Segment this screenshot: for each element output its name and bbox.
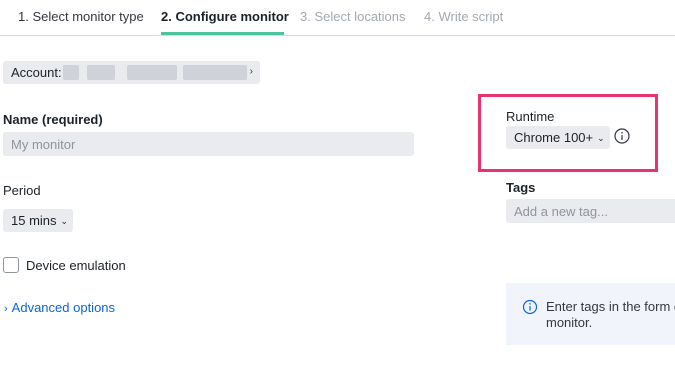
account-label: Account: bbox=[11, 65, 62, 80]
callout-text: Enter tags in the form o monitor. bbox=[546, 299, 675, 331]
step-write-script: 4. Write script bbox=[424, 9, 504, 24]
callout-line-1: Enter tags in the form o bbox=[546, 299, 675, 314]
name-label: Name (required) bbox=[3, 112, 103, 127]
step-select-locations: 3. Select locations bbox=[300, 9, 406, 24]
advanced-options-toggle[interactable]: › Advanced options bbox=[4, 300, 115, 315]
runtime-label: Runtime bbox=[506, 109, 555, 124]
redacted-account-text bbox=[87, 65, 115, 80]
redacted-account-text bbox=[127, 65, 177, 80]
info-icon bbox=[522, 299, 538, 315]
chevron-right-icon: › bbox=[4, 303, 8, 315]
period-value: 15 mins bbox=[11, 213, 57, 228]
device-emulation-label: Device emulation bbox=[26, 258, 126, 273]
redacted-account-text bbox=[183, 65, 247, 80]
period-label: Period bbox=[3, 183, 41, 198]
runtime-select[interactable]: Chrome 100+ ⌄ bbox=[506, 126, 610, 149]
period-select[interactable]: 15 mins ⌄ bbox=[3, 209, 73, 232]
chevron-down-icon: ⌄ bbox=[597, 133, 605, 143]
device-emulation-checkbox[interactable] bbox=[3, 257, 19, 273]
step-select-monitor-type[interactable]: 1. Select monitor type bbox=[18, 9, 144, 25]
tags-input[interactable] bbox=[506, 199, 675, 223]
redacted-account-text bbox=[63, 65, 79, 80]
chevron-icon: › bbox=[249, 66, 253, 77]
tags-info-callout: Enter tags in the form o monitor. bbox=[506, 283, 675, 345]
steps-bar: 1. Select monitor type 2. Configure moni… bbox=[0, 0, 675, 36]
info-icon[interactable] bbox=[614, 128, 630, 144]
monitor-name-input[interactable] bbox=[3, 132, 414, 156]
active-step-indicator bbox=[161, 32, 284, 35]
runtime-value: Chrome 100+ bbox=[514, 130, 594, 145]
tags-label: Tags bbox=[506, 180, 536, 195]
step-configure-monitor[interactable]: 2. Configure monitor bbox=[161, 9, 289, 25]
chevron-down-icon: ⌄ bbox=[60, 216, 69, 226]
callout-line-2: monitor. bbox=[546, 315, 593, 330]
advanced-options-label: Advanced options bbox=[11, 300, 116, 315]
account-selector[interactable]: Account: › bbox=[3, 61, 260, 84]
